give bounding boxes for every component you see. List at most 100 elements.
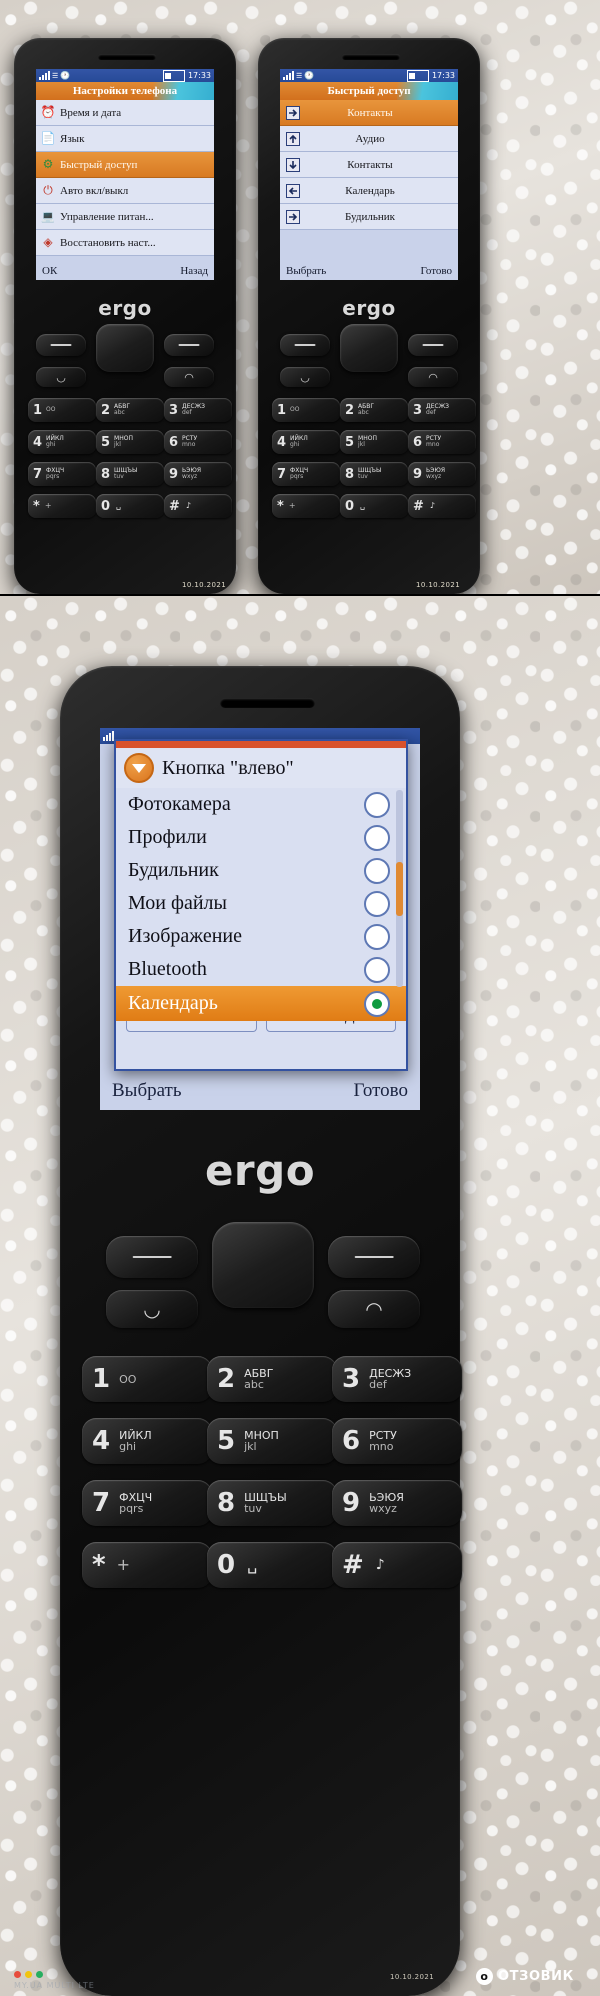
menu-item-time-date[interactable]: ⏰ Время и дата [36,100,214,126]
left-soft-key[interactable] [106,1236,198,1278]
date-watermark: 10.10.2021 [182,581,227,589]
radio-button[interactable] [364,956,390,983]
softkey-left[interactable]: Выбрать [286,265,326,277]
softkey-right[interactable]: Готово [420,265,452,277]
navigation-pad[interactable] [212,1222,314,1308]
dialog-option-my-files[interactable]: Мои файлы [116,887,406,920]
key-6[interactable]: 6 РСТУ mno [332,1418,462,1464]
navigation-pad[interactable] [96,324,154,372]
dialog-option-bluetooth[interactable]: Bluetooth [116,953,406,986]
menu-item-power-manager[interactable]: 💻 Управление питан... [36,204,214,230]
key-star[interactable]: * + [82,1542,212,1588]
navigation-pad[interactable] [340,324,398,372]
call-key[interactable]: ◡ [106,1290,198,1328]
key-2[interactable]: 2 АБВГ abc [207,1356,337,1402]
softkey-right[interactable]: Готово [354,1080,408,1102]
key-8[interactable]: 8 ШЩЪЫ tuv [96,462,164,486]
key-7[interactable]: 7 ФХЦЧ pqrs [82,1480,212,1526]
key-2[interactable]: 2 АБВГ abc [340,398,408,422]
end-call-key[interactable]: ◠ [328,1290,420,1328]
dialog-option-calendar[interactable]: Календарь [116,986,406,1021]
dialog-option-profiles[interactable]: Профили [116,821,406,854]
radio-button[interactable] [364,824,390,851]
key-1[interactable]: 1 ОО [272,398,340,422]
softkey-left[interactable]: Выбрать [112,1080,182,1102]
radio-button[interactable] [364,923,390,950]
key-2[interactable]: 2 АБВГ abc [96,398,164,422]
shortcut-item-down[interactable]: Контакты [280,152,458,178]
radio-button[interactable] [364,791,390,818]
softkey-right[interactable]: Назад [180,265,208,277]
option-label: Bluetooth [128,958,207,980]
right-soft-key[interactable] [328,1236,420,1278]
option-label: Будильник [128,859,219,881]
key-4[interactable]: 4 ИЙКЛ ghi [82,1418,212,1464]
key-star[interactable]: * + [28,494,96,518]
dialog-option-alarm[interactable]: Будильник [116,854,406,887]
menu-item-auto-power[interactable]: ⏻ Авто вкл/выкл [36,178,214,204]
end-call-key[interactable]: ◠ [164,367,214,387]
key-digit: 2 [345,402,355,418]
key-digit: 8 [101,466,111,482]
key-3[interactable]: 3 ДЕСЖЗ def [164,398,232,422]
key-digit: 0 [345,498,355,514]
menu-item-quick-access[interactable]: ⚙ Быстрый доступ [36,152,214,178]
shortcut-item-up[interactable]: Аудио [280,126,458,152]
call-key[interactable]: ◡ [36,367,86,387]
key-0[interactable]: 0 ␣ [340,494,408,518]
key-6[interactable]: 6 РСТУ mno [408,430,476,454]
phone1-title: Настройки телефона [72,85,178,97]
radio-button[interactable] [364,857,390,884]
key-8[interactable]: 8 ШЩЪЫ tuv [207,1480,337,1526]
key-5[interactable]: 5 МНОП jkl [340,430,408,454]
call-key[interactable]: ◡ [280,367,330,387]
radio-button-selected[interactable] [364,990,390,1017]
key-9[interactable]: 9 ЬЭЮЯ wxyz [164,462,232,486]
key-4[interactable]: 4 ИЙКЛ ghi [28,430,96,454]
key-8[interactable]: 8 ШЩЪЫ tuv [340,462,408,486]
key-5[interactable]: 5 МНОП jkl [96,430,164,454]
right-soft-key[interactable] [408,334,458,356]
key-7[interactable]: 7 ФХЦЧ pqrs [28,462,96,486]
shortcut-item-right[interactable]: Будильник [280,204,458,230]
shortcut-item-left[interactable]: Календарь [280,178,458,204]
key-1[interactable]: 1 ОО [28,398,96,422]
dialog-option-image[interactable]: Изображение [116,920,406,953]
key-0[interactable]: 0 ␣ [96,494,164,518]
shortcut-item-center[interactable]: Контакты [280,100,458,126]
key-hash[interactable]: # ♪ [408,494,476,518]
menu-item-label: Авто вкл/выкл [60,184,129,197]
dialog-scrollbar[interactable] [396,790,403,987]
end-call-key[interactable]: ◠ [408,367,458,387]
option-label: Мои файлы [128,892,227,914]
option-label: Календарь [128,992,218,1014]
key-hash[interactable]: # ♪ [332,1542,462,1588]
phone1-menu-list: ⏰ Время и дата 📄 Язык ⚙ Быстрый доступ ⏻… [36,100,214,256]
phone3-screen: Выбрать Готово Кнопка "влево" Фотокамера [100,728,420,1110]
dialog-option-photocamera[interactable]: Фотокамера [116,788,406,821]
key-9[interactable]: 9 ЬЭЮЯ wxyz [408,462,476,486]
key-star[interactable]: * + [272,494,340,518]
menu-item-language[interactable]: 📄 Язык [36,126,214,152]
silent-glyph-icon: ♪ [375,1557,385,1573]
key-3[interactable]: 3 ДЕСЖЗ def [408,398,476,422]
key-hash[interactable]: # ♪ [164,494,232,518]
softkey-left[interactable]: ОК [42,265,57,277]
key-9[interactable]: 9 ЬЭЮЯ wxyz [332,1480,462,1526]
key-3[interactable]: 3 ДЕСЖЗ def [332,1356,462,1402]
key-4[interactable]: 4 ИЙКЛ ghi [272,430,340,454]
key-7[interactable]: 7 ФХЦЧ pqrs [272,462,340,486]
phone-device-2: ☰ 🕐 17:33 Быстрый доступ Контакты Аудио … [258,38,480,594]
key-5[interactable]: 5 МНОП jkl [207,1418,337,1464]
key-6[interactable]: 6 РСТУ mno [164,430,232,454]
radio-button[interactable] [364,890,390,917]
key-lat: tuv [358,473,368,480]
key-lat: ghi [46,441,56,448]
right-soft-key[interactable] [164,334,214,356]
left-soft-key[interactable] [36,334,86,356]
dialog-scroll-thumb[interactable] [396,862,403,916]
key-1[interactable]: 1 ОО [82,1356,212,1402]
menu-item-restore[interactable]: ◈ Восстановить наст... [36,230,214,256]
key-0[interactable]: 0 ␣ [207,1542,337,1588]
left-soft-key[interactable] [280,334,330,356]
